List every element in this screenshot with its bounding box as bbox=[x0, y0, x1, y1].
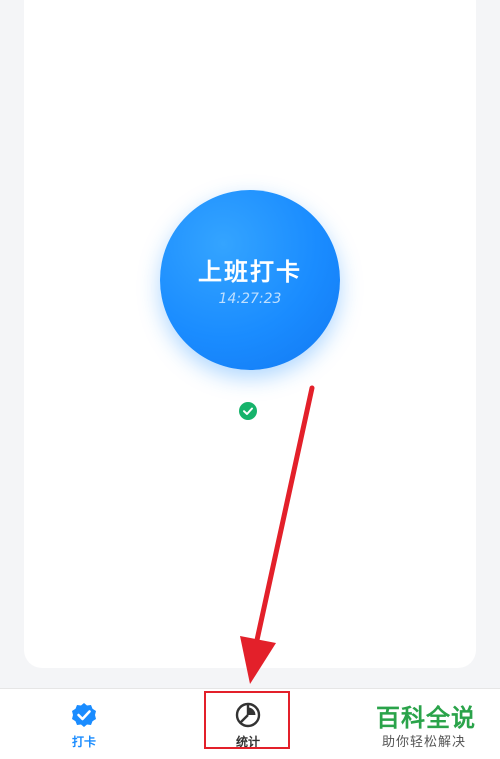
watermark-title: 百科全说 bbox=[376, 704, 476, 732]
tab-statistics-label: 统计 bbox=[235, 735, 260, 749]
tab-punch-label: 打卡 bbox=[71, 735, 96, 749]
punch-in-label: 上班打卡 bbox=[198, 257, 302, 286]
watermark-subtitle: 助你轻松解决 bbox=[382, 735, 467, 750]
current-time: 14:27:23 bbox=[218, 291, 282, 307]
pie-chart-icon bbox=[235, 702, 261, 728]
tab-statistics[interactable]: 统计 bbox=[204, 689, 292, 759]
check-badge-icon bbox=[72, 703, 96, 727]
tab-punch[interactable]: 打卡 bbox=[44, 689, 124, 759]
app-screen: 上班打卡 14:27:23 打卡 统计 百科全说 助你轻松解决 bbox=[0, 0, 500, 759]
check-circle-icon bbox=[239, 402, 257, 420]
punch-in-button[interactable]: 上班打卡 14:27:23 bbox=[160, 190, 340, 370]
watermark-logo: 百科全说 助你轻松解决 bbox=[376, 698, 492, 752]
